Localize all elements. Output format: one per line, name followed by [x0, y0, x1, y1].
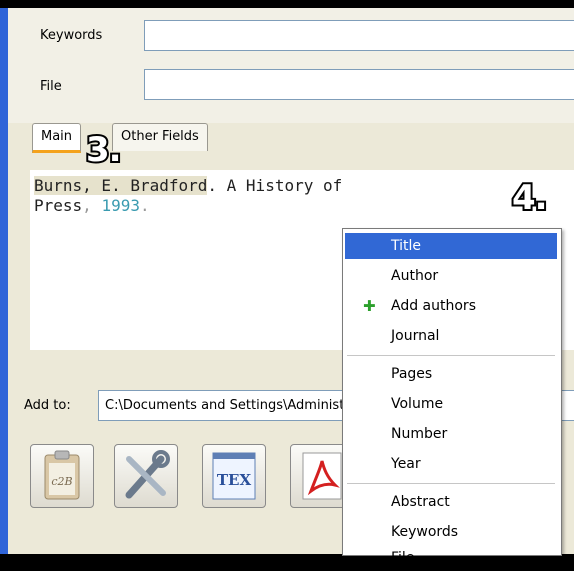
menu-item-file-label: File [391, 550, 415, 566]
clipboard-to-bib-button[interactable]: c2B [30, 444, 94, 508]
step-3-annotation: 3. [84, 128, 124, 172]
menu-item-pages[interactable]: Pages [345, 361, 557, 387]
tex-icon: TEX [212, 452, 256, 500]
clipboard-icon: c2B [44, 450, 80, 500]
menu-item-title[interactable]: Title [345, 233, 557, 259]
keywords-field[interactable] [144, 20, 574, 51]
menu-item-author[interactable]: Author [345, 263, 557, 289]
menu-item-number-label: Number [391, 426, 448, 442]
comma-text: , [82, 196, 102, 215]
publisher-text: Press [34, 196, 83, 215]
menu-separator [347, 483, 555, 484]
add-to-label: Add to: [24, 398, 71, 413]
source-line-2: Press, 1993. [34, 196, 150, 215]
tab-main-label: Main [41, 129, 73, 144]
menu-item-journal-label: Journal [391, 328, 440, 344]
menu-item-add-authors-label: Add authors [391, 298, 476, 314]
menu-item-number[interactable]: Number [345, 421, 557, 447]
menu-item-author-label: Author [391, 268, 439, 284]
c2b-text: c2B [51, 475, 72, 488]
source-line-1: Burns, E. Bradford. A History of [34, 176, 342, 195]
menu-item-year[interactable]: Year [345, 451, 557, 477]
fields-panel: Keywords File [8, 8, 574, 124]
app-window: Keywords File Main Other Fields Burns, E… [0, 0, 574, 566]
menu-item-journal[interactable]: Journal [345, 323, 557, 349]
menu-item-keywords[interactable]: Keywords [345, 519, 557, 545]
file-label: File [40, 79, 62, 94]
menu-item-year-label: Year [391, 456, 421, 472]
step-4-annotation: 4. [510, 176, 550, 220]
tex-text: TEX [217, 471, 252, 489]
tex-button[interactable]: TEX [202, 444, 266, 508]
keywords-label: Keywords [40, 28, 103, 43]
tools-icon [125, 450, 170, 499]
file-field[interactable] [144, 69, 574, 100]
menu-item-abstract[interactable]: Abstract [345, 489, 557, 515]
context-menu: Title Author ✚ Add authors Journal Pages… [342, 228, 562, 566]
menu-item-add-authors[interactable]: ✚ Add authors [345, 293, 557, 319]
menu-item-volume-label: Volume [391, 396, 444, 412]
menu-separator [347, 355, 555, 356]
period-text: . [139, 196, 150, 215]
menu-item-file[interactable]: File [345, 545, 557, 571]
tab-other-fields-label: Other Fields [121, 129, 199, 144]
author-text: Burns, E. Bradford [34, 176, 208, 195]
window-frame-left [0, 8, 8, 554]
title-text: . A History of [207, 176, 343, 195]
tools-button[interactable] [114, 444, 178, 508]
menu-item-keywords-label: Keywords [391, 524, 459, 540]
tab-other-fields[interactable]: Other Fields [112, 123, 208, 151]
menu-item-title-label: Title [391, 238, 422, 254]
year-text: 1993 [101, 196, 140, 215]
green-plus-icon: ✚ [363, 297, 376, 315]
tab-main[interactable]: Main [32, 123, 82, 153]
menu-item-abstract-label: Abstract [391, 494, 450, 510]
menu-item-volume[interactable]: Volume [345, 391, 557, 417]
menu-item-pages-label: Pages [391, 366, 433, 382]
window-top-edge [0, 0, 574, 8]
